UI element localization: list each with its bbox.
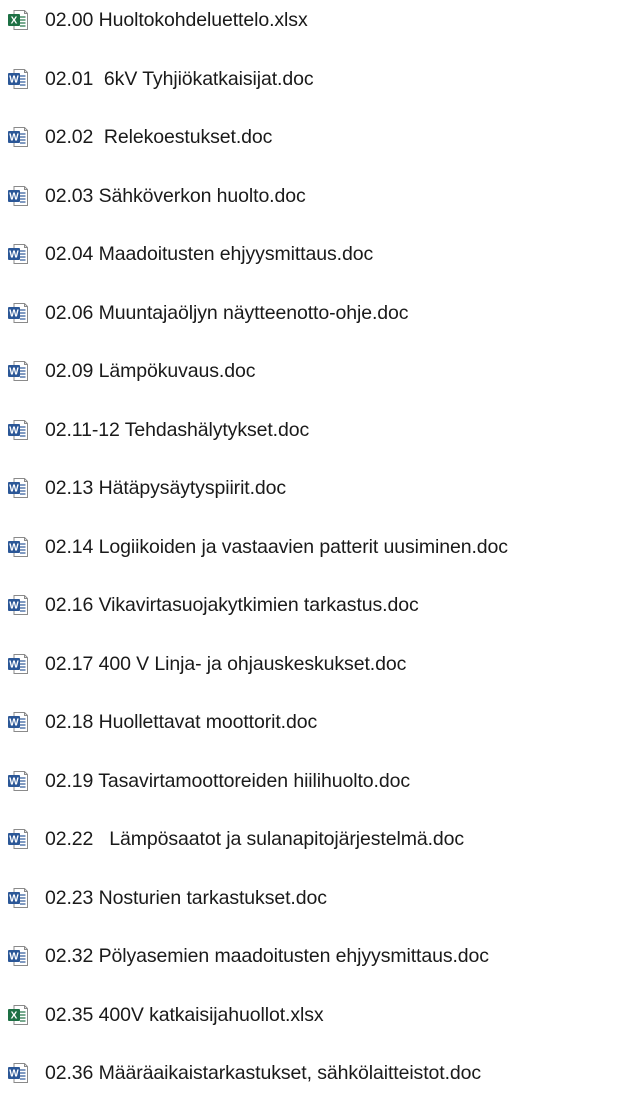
list-item[interactable]: W 02.02 Relekoestukset.doc <box>0 117 625 157</box>
svg-text:W: W <box>9 250 19 261</box>
list-item[interactable]: X 02.35 400V katkaisijahuollot.xlsx <box>0 995 625 1035</box>
file-name: 02.22 Lämpösaatot ja sulanapitojärjestel… <box>45 828 465 850</box>
list-item[interactable]: W 02.17 400 V Linja- ja ohjauskeskukset.… <box>0 644 625 684</box>
svg-text:W: W <box>9 1069 19 1080</box>
list-item[interactable]: W 02.18 Huollettavat moottorit.doc <box>0 702 625 742</box>
word-file-icon: W <box>7 126 29 148</box>
svg-text:W: W <box>9 718 19 729</box>
file-name: 02.23 Nosturien tarkastukset.doc <box>45 886 327 909</box>
word-file-icon: W <box>7 68 29 90</box>
file-name: 02.00 Huoltokohdeluettelo.xlsx <box>45 9 308 31</box>
file-name: 02.11-12 Tehdashälytykset.doc <box>45 418 310 441</box>
list-item[interactable]: W 02.11-12 Tehdashälytykset.doc <box>0 410 625 450</box>
file-name: 02.35 400V katkaisijahuollot.xlsx <box>45 1003 324 1026</box>
word-file-icon: W <box>7 711 29 733</box>
list-item[interactable]: W 02.19 Tasavirtamoottoreiden hiilihuolt… <box>0 761 625 801</box>
file-name: 02.09 Lämpökuvaus.doc <box>45 360 256 382</box>
svg-text:W: W <box>9 776 19 787</box>
svg-text:X: X <box>11 16 18 27</box>
svg-text:W: W <box>9 74 19 85</box>
svg-text:W: W <box>9 542 19 553</box>
excel-file-icon: X <box>7 1004 29 1026</box>
excel-file-icon: X <box>7 9 29 31</box>
word-file-icon: W <box>7 360 29 382</box>
list-item[interactable]: W 02.14 Logiikoiden ja vastaavien patter… <box>0 527 625 567</box>
file-list: X 02.00 Huoltokohdeluettelo.xlsx W 02.01… <box>0 0 625 1103</box>
list-item[interactable]: W 02.32 Pölyasemien maadoitusten ehjyysm… <box>0 936 625 976</box>
svg-text:W: W <box>9 952 19 963</box>
word-file-icon: W <box>7 302 29 324</box>
file-name: 02.19 Tasavirtamoottoreiden hiilihuolto.… <box>45 769 410 792</box>
svg-text:W: W <box>9 835 19 846</box>
svg-text:W: W <box>9 308 19 319</box>
list-item[interactable]: W 02.06 Muuntajaöljyn näytteenotto-ohje.… <box>0 293 625 333</box>
file-name: 02.03 Sähköverkon huolto.doc <box>45 184 306 207</box>
word-file-icon: W <box>7 419 29 441</box>
list-item[interactable]: W 02.13 Hätäpysäytyspiirit.doc <box>0 468 625 508</box>
word-file-icon: W <box>7 1062 29 1084</box>
svg-text:W: W <box>9 191 19 202</box>
svg-text:W: W <box>9 484 19 495</box>
list-item[interactable]: W 02.04 Maadoitusten ehjyysmittaus.doc <box>0 234 625 274</box>
word-file-icon: W <box>7 828 29 850</box>
svg-text:W: W <box>9 133 19 144</box>
file-name: 02.13 Hätäpysäytyspiirit.doc <box>45 477 287 499</box>
list-item[interactable]: W 02.22 Lämpösaatot ja sulanapitojärjest… <box>0 819 625 859</box>
word-file-icon: W <box>7 243 29 265</box>
svg-text:W: W <box>9 367 19 378</box>
word-file-icon: W <box>7 887 29 909</box>
list-item[interactable]: W 02.09 Lämpökuvaus.doc <box>0 351 625 391</box>
list-item[interactable]: W 02.16 Vikavirtasuojakytkimien tarkastu… <box>0 585 625 625</box>
list-item[interactable]: W 02.03 Sähköverkon huolto.doc <box>0 176 625 216</box>
list-item[interactable]: X 02.00 Huoltokohdeluettelo.xlsx <box>0 0 625 40</box>
file-name: 02.14 Logiikoiden ja vastaavien patterit… <box>45 535 508 558</box>
word-file-icon: W <box>7 536 29 558</box>
list-item[interactable]: W 02.36 Määräaikaistarkastukset, sähköla… <box>0 1053 625 1093</box>
svg-text:W: W <box>9 425 19 436</box>
file-name: 02.01 6kV Tyhjiökatkaisijat.doc <box>45 67 314 90</box>
svg-text:W: W <box>9 601 19 612</box>
word-file-icon: W <box>7 594 29 616</box>
file-name: 02.18 Huollettavat moottorit.doc <box>45 711 318 733</box>
file-name: 02.36 Määräaikaistarkastukset, sähkölait… <box>45 1062 482 1084</box>
file-name: 02.17 400 V Linja- ja ohjauskeskukset.do… <box>45 652 407 675</box>
file-name: 02.06 Muuntajaöljyn näytteenotto-ohje.do… <box>45 301 409 324</box>
word-file-icon: W <box>7 477 29 499</box>
file-name: 02.04 Maadoitusten ehjyysmittaus.doc <box>45 243 374 265</box>
word-file-icon: W <box>7 770 29 792</box>
word-file-icon: W <box>7 945 29 967</box>
svg-text:X: X <box>11 1010 18 1021</box>
list-item[interactable]: W 02.23 Nosturien tarkastukset.doc <box>0 878 625 918</box>
file-name: 02.16 Vikavirtasuojakytkimien tarkastus.… <box>45 594 419 616</box>
svg-text:W: W <box>9 659 19 670</box>
file-name: 02.02 Relekoestukset.doc <box>45 126 273 148</box>
file-name: 02.32 Pölyasemien maadoitusten ehjyysmit… <box>45 945 489 967</box>
word-file-icon: W <box>7 653 29 675</box>
list-item[interactable]: W 02.01 6kV Tyhjiökatkaisijat.doc <box>0 59 625 99</box>
svg-text:W: W <box>9 893 19 904</box>
word-file-icon: W <box>7 185 29 207</box>
